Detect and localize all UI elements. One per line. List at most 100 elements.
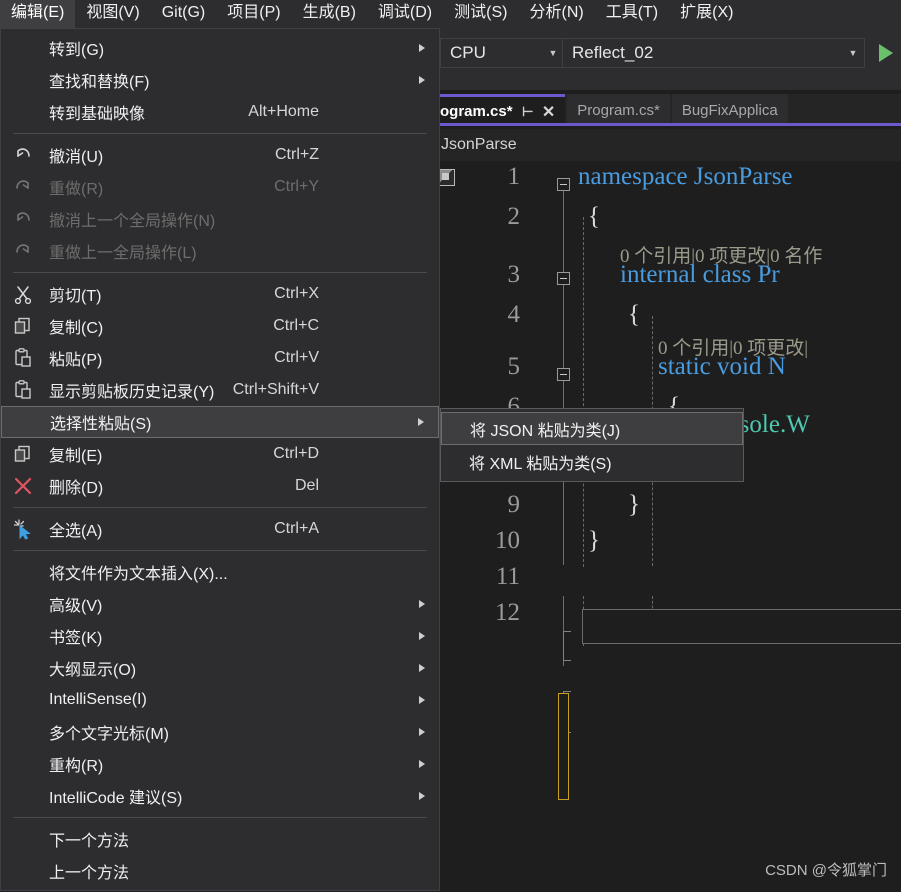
editor-tab-label: Program.cs* bbox=[577, 101, 660, 119]
menu-item-prev-method[interactable]: 上一个方法 bbox=[1, 855, 439, 887]
menu-item-label: 将文件作为文本插入(X)... bbox=[49, 566, 228, 583]
submenu-item-icon-slot bbox=[442, 413, 466, 445]
menu-item-redo-global: 重做上一全局操作(L) bbox=[1, 235, 439, 267]
menu-item-shortcut: Ctrl+C bbox=[273, 317, 319, 334]
code-line-text: { bbox=[588, 203, 600, 230]
menubar-item-label: 视图(V) bbox=[86, 4, 140, 21]
menu-item-label: 剪切(T) bbox=[49, 288, 102, 305]
menu-item-cut[interactable]: 剪切(T) Ctrl+X bbox=[1, 278, 439, 310]
clipboard-icon bbox=[1, 342, 45, 374]
menu-item-goto[interactable]: 转到(G) bbox=[1, 32, 439, 64]
menubar-item-9[interactable]: 扩展(X) bbox=[669, 0, 744, 28]
menu-item-shortcut: Ctrl+Z bbox=[275, 146, 319, 163]
main-menu-bar: 编辑(E) 视图(V) Git(G) 项目(P) 生成(B) 调试(D) 测试(S) 分析(N… bbox=[0, 0, 901, 28]
chevron-right-icon bbox=[419, 632, 425, 640]
menu-item-outlining[interactable]: 大纲显示(O) bbox=[1, 652, 439, 684]
redo-icon bbox=[1, 171, 45, 203]
editor-tab-1[interactable]: Program.cs* bbox=[567, 94, 670, 126]
menu-item-label: IntelliCode 建议(S) bbox=[49, 790, 183, 807]
breadcrumb-namespace: JsonParse bbox=[441, 136, 517, 153]
run-button[interactable] bbox=[873, 40, 899, 66]
submenu-item-label: 将 XML 粘贴为类(S) bbox=[469, 455, 612, 473]
delete-x-icon bbox=[1, 470, 45, 502]
inline-rename-box[interactable] bbox=[582, 609, 901, 644]
menubar-item-0[interactable]: 编辑(E) bbox=[0, 0, 76, 28]
menu-item-duplicate[interactable]: 复制(E) Ctrl+D bbox=[1, 438, 439, 470]
structure-guide-inner bbox=[583, 217, 584, 567]
menu-item-delete[interactable]: 删除(D) Del bbox=[1, 470, 439, 502]
chevron-right-icon bbox=[419, 728, 425, 736]
menu-item-label: 删除(D) bbox=[49, 480, 104, 497]
menu-separator bbox=[13, 507, 427, 508]
menu-item-icon-slot bbox=[1, 780, 45, 812]
menu-item-goto-base-image[interactable]: 转到基础映像 Alt+Home bbox=[1, 96, 439, 128]
menu-item-label: 查找和替换(F) bbox=[49, 74, 150, 91]
menu-item-icon-slot bbox=[1, 96, 45, 128]
line-number: 10 bbox=[495, 527, 520, 554]
submenu-item-paste-xml-as-classes[interactable]: 将 XML 粘贴为类(S) bbox=[441, 445, 743, 478]
menu-item-find-replace[interactable]: 查找和替换(F) bbox=[1, 64, 439, 96]
menu-item-label: 多个文字光标(M) bbox=[49, 726, 169, 743]
menu-item-label: 全选(A) bbox=[49, 523, 103, 540]
pin-tab-icon[interactable]: ⊣ bbox=[522, 104, 533, 120]
unsaved-change-bar bbox=[558, 693, 569, 800]
close-icon[interactable]: ✕ bbox=[542, 102, 555, 122]
menubar-item-label: 项目(P) bbox=[227, 4, 281, 21]
menu-item-shortcut: Ctrl+A bbox=[274, 520, 319, 537]
fold-toggle-line1[interactable] bbox=[557, 178, 570, 191]
menu-item-advanced[interactable]: 高级(V) bbox=[1, 588, 439, 620]
code-line-text: } bbox=[628, 491, 640, 518]
watermark: CSDN @令狐掌门 bbox=[765, 862, 887, 879]
menu-item-next-method[interactable]: 下一个方法 bbox=[1, 823, 439, 855]
menu-item-copy[interactable]: 复制(C) Ctrl+C bbox=[1, 310, 439, 342]
tab-strip-accent-line bbox=[430, 123, 901, 126]
code-line-text: internal class Pr bbox=[620, 261, 780, 288]
editor-tab-2[interactable]: BugFixApplica bbox=[671, 94, 788, 126]
menu-item-select-all[interactable]: 全选(A) Ctrl+A bbox=[1, 513, 439, 545]
menu-item-icon-slot bbox=[1, 823, 45, 855]
line-number: 1 bbox=[507, 163, 521, 190]
code-line-text: } bbox=[588, 527, 600, 554]
submenu-item-icon-slot bbox=[441, 446, 465, 478]
menu-item-paste-special[interactable]: 选择性粘贴(S) bbox=[1, 406, 439, 438]
clipboard-icon bbox=[1, 374, 45, 406]
menu-item-paste[interactable]: 粘贴(P) Ctrl+V bbox=[1, 342, 439, 374]
menu-item-shortcut: Ctrl+Shift+V bbox=[232, 381, 319, 398]
menu-item-icon-slot bbox=[2, 406, 46, 438]
editor-tab-label: BugFixApplica bbox=[681, 101, 778, 119]
menu-item-clipboard-history[interactable]: 显示剪贴板历史记录(Y) Ctrl+Shift+V bbox=[1, 374, 439, 406]
menubar-item-8[interactable]: 工具(T) bbox=[595, 0, 669, 28]
menu-item-insert-file[interactable]: 将文件作为文本插入(X)... bbox=[1, 556, 439, 588]
startup-project-combo[interactable]: Reflect_02 ▼ bbox=[562, 38, 865, 68]
chevron-right-icon bbox=[419, 600, 425, 608]
menubar-item-2[interactable]: Git(G) bbox=[151, 0, 217, 28]
menu-item-multi-caret[interactable]: 多个文字光标(M) bbox=[1, 716, 439, 748]
chevron-right-icon bbox=[419, 760, 425, 768]
chevron-right-icon bbox=[419, 76, 425, 84]
menu-separator bbox=[13, 817, 427, 818]
submenu-item-paste-json-as-classes[interactable]: 将 JSON 粘贴为类(J) bbox=[441, 412, 743, 445]
code-editor[interactable]: 1 namespace JsonParse 2{0 个引用|0 项更改|0 名作 3 i… bbox=[430, 161, 901, 892]
submenu-item-label: 将 JSON 粘贴为类(J) bbox=[470, 422, 621, 440]
breadcrumb[interactable]: JsonParse bbox=[430, 129, 901, 161]
platform-combo[interactable]: CPU ▼ bbox=[440, 38, 565, 68]
chevron-right-icon bbox=[419, 664, 425, 672]
menubar-item-1[interactable]: 视图(V) bbox=[75, 0, 150, 28]
menubar-item-5[interactable]: 调试(D) bbox=[367, 0, 443, 28]
menubar-item-4[interactable]: 生成(B) bbox=[292, 0, 367, 28]
undo-icon bbox=[1, 139, 45, 171]
menu-item-intellisense[interactable]: IntelliSense(I) bbox=[1, 684, 439, 716]
menubar-item-7[interactable]: 分析(N) bbox=[518, 0, 594, 28]
menu-item-intellicode[interactable]: IntelliCode 建议(S) bbox=[1, 780, 439, 812]
menu-item-refactor[interactable]: 重构(R) bbox=[1, 748, 439, 780]
menubar-item-3[interactable]: 项目(P) bbox=[216, 0, 291, 28]
menu-item-undo[interactable]: 撤消(U) Ctrl+Z bbox=[1, 139, 439, 171]
chevron-right-icon bbox=[419, 44, 425, 52]
menu-item-bookmarks[interactable]: 书签(K) bbox=[1, 620, 439, 652]
menubar-item-6[interactable]: 测试(S) bbox=[443, 0, 518, 28]
line-number: 9 bbox=[507, 491, 521, 518]
menu-item-shortcut: Ctrl+V bbox=[274, 349, 319, 366]
editor-tab-0[interactable]: ogram.cs* ⊣ ✕ bbox=[430, 94, 566, 126]
fold-toggle-line5[interactable] bbox=[557, 368, 570, 381]
fold-toggle-line3[interactable] bbox=[557, 272, 570, 285]
